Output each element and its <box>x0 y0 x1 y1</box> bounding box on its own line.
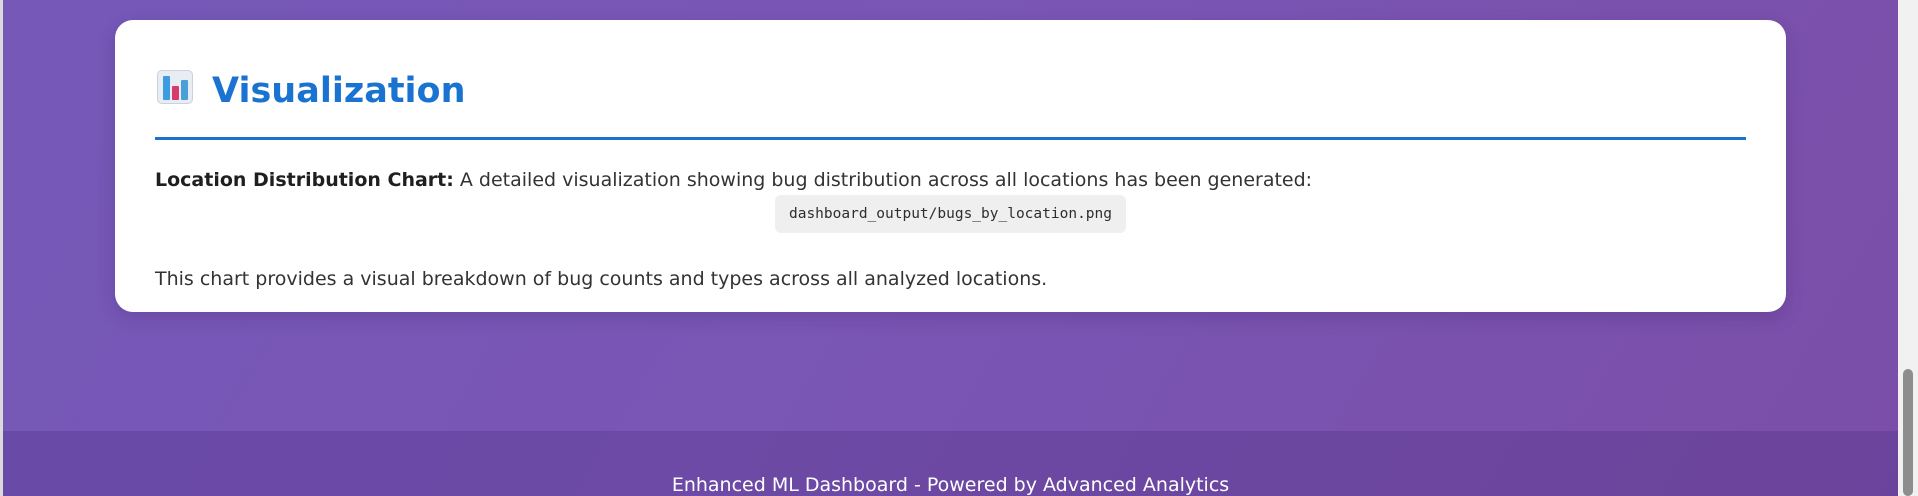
file-path: dashboard_output/bugs_by_location.png <box>788 206 1112 222</box>
vertical-scrollbar[interactable] <box>1898 0 1918 496</box>
bar-chart-icon-bar <box>181 80 188 100</box>
dashboard-page: Visualization Location Distribution Char… <box>0 0 1898 496</box>
section-header: Visualization <box>155 62 1746 140</box>
visualization-card: Visualization Location Distribution Char… <box>115 20 1786 312</box>
chart-summary: This chart provides a visual breakdown o… <box>155 268 1048 290</box>
description-text: A detailed visualization showing bug dis… <box>453 169 1313 191</box>
bar-chart-icon-bar <box>172 86 179 100</box>
window-left-edge <box>0 0 3 496</box>
chart-description: Location Distribution Chart: A detailed … <box>155 168 1312 192</box>
file-path-code-block: dashboard_output/bugs_by_location.png <box>775 195 1126 233</box>
bar-chart-icon-bar <box>163 76 170 100</box>
scrollbar-thumb[interactable] <box>1903 369 1913 496</box>
description-label: Location Distribution Chart: <box>155 169 454 191</box>
section-title: Visualization <box>212 71 466 111</box>
bar-chart-icon <box>157 70 193 104</box>
page-footer: Enhanced ML Dashboard - Powered by Advan… <box>3 431 1898 496</box>
footer-text: Enhanced ML Dashboard - Powered by Advan… <box>671 474 1230 496</box>
